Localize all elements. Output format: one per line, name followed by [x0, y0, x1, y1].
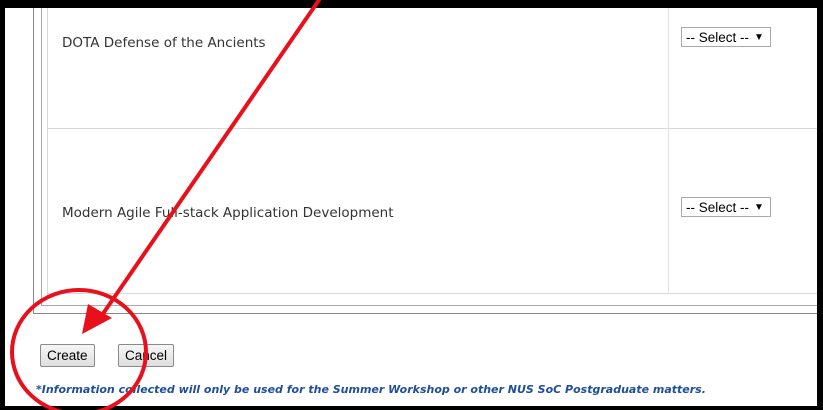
annotation-overlay [10, 0, 321, 410]
annotation-circle [10, 288, 148, 410]
annotation-arrow [98, 0, 321, 320]
